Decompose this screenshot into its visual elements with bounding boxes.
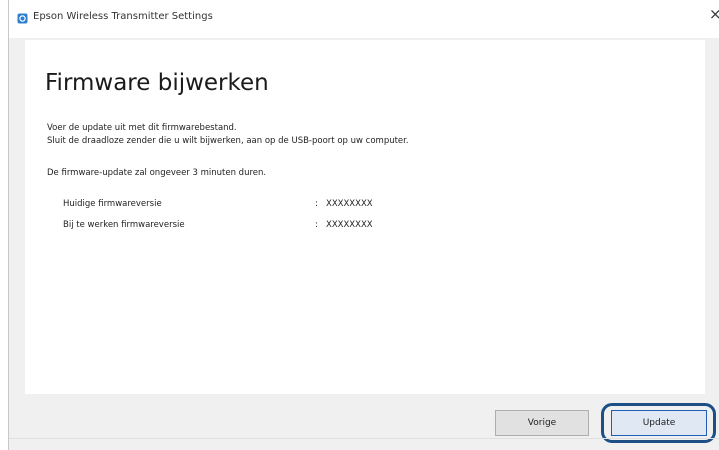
instruction-line-1: Voer de update uit met dit firmwarebesta… bbox=[47, 123, 237, 133]
window-title: Epson Wireless Transmitter Settings bbox=[33, 11, 213, 22]
epson-settings-icon bbox=[17, 13, 28, 24]
previous-button[interactable]: Vorige bbox=[495, 410, 589, 436]
update-button[interactable]: Update bbox=[611, 410, 707, 436]
page-title: Firmware bijwerken bbox=[45, 70, 269, 96]
content-panel: Firmware bijwerken Voer de update uit me… bbox=[25, 40, 705, 394]
target-version-value: XXXXXXXX bbox=[326, 220, 373, 230]
current-version-label: Huidige firmwareversie bbox=[63, 199, 162, 209]
title-bar: Epson Wireless Transmitter Settings × bbox=[9, 0, 719, 38]
settings-window: Epson Wireless Transmitter Settings × Fi… bbox=[8, 0, 719, 450]
instruction-line-2: Sluit de draadloze zender die u wilt bij… bbox=[47, 136, 409, 146]
duration-note: De firmware-update zal ongeveer 3 minute… bbox=[47, 168, 267, 178]
target-version-separator: : bbox=[315, 220, 318, 230]
current-version-value: XXXXXXXX bbox=[326, 199, 373, 209]
footer-divider bbox=[9, 438, 719, 439]
current-version-separator: : bbox=[315, 199, 318, 209]
target-version-label: Bij te werken firmwareversie bbox=[63, 220, 185, 230]
close-icon[interactable]: × bbox=[709, 7, 719, 22]
